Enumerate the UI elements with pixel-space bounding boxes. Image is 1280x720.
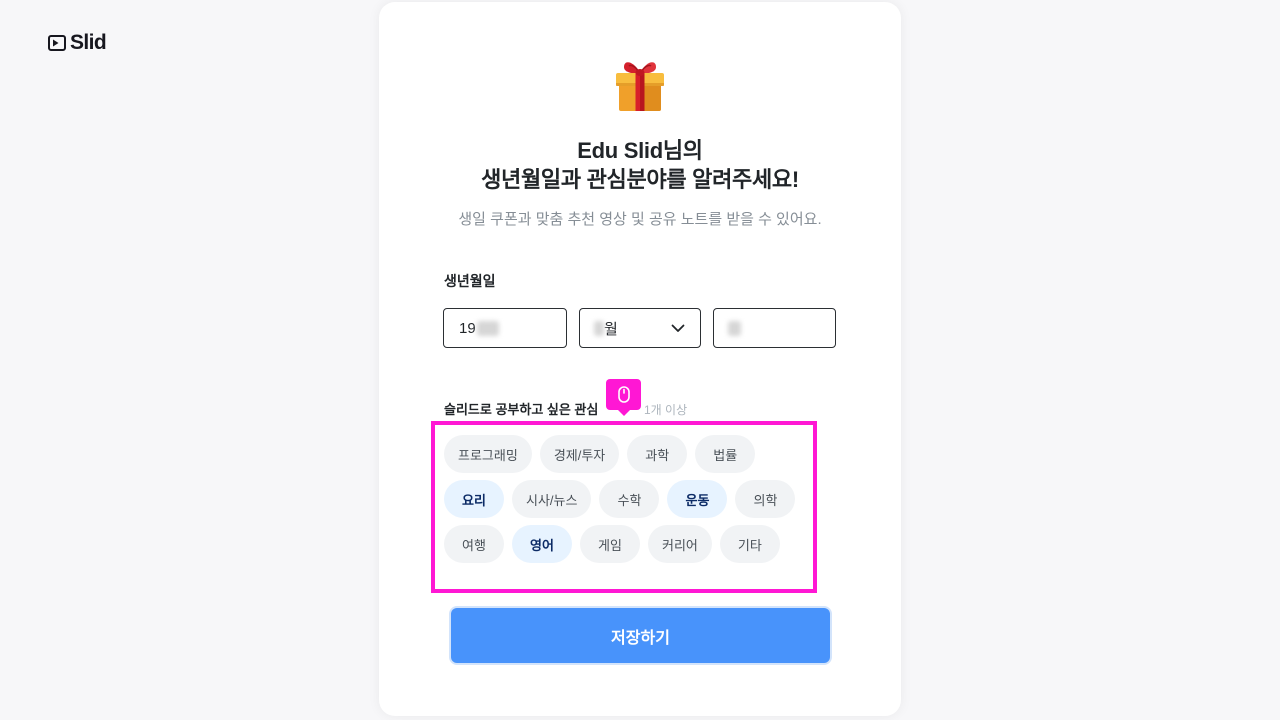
title-line-2: 생년월일과 관심분야를 알려주세요! xyxy=(481,167,799,192)
interest-chip-math[interactable]: 수학 xyxy=(599,480,660,518)
page-title: Edu Slid님의 생년월일과 관심분야를 알려주세요! xyxy=(379,136,901,194)
interest-chip-row: 여행 영어 게임 커리어 기타 xyxy=(444,525,780,563)
interests-label: 슬리드로 공부하고 싶은 관심 xyxy=(444,402,599,417)
interest-chip-exercise[interactable]: 운동 xyxy=(667,480,728,518)
interest-chip-medicine[interactable]: 의학 xyxy=(735,480,796,518)
interest-chip-other[interactable]: 기타 xyxy=(719,525,780,563)
interest-chip-economy-investing[interactable]: 경제/투자 xyxy=(539,435,620,473)
birth-year-input[interactable]: 19 xyxy=(443,308,567,348)
interest-chip-current-affairs-news[interactable]: 시사/뉴스 xyxy=(512,480,592,518)
slid-logo[interactable]: Slid xyxy=(48,31,107,55)
interest-chip-career[interactable]: 커리어 xyxy=(648,525,712,563)
interest-chip-row: 요리 시사/뉴스 수학 운동 의학 xyxy=(444,480,796,518)
redacted-value xyxy=(594,320,604,336)
title-line-1: Edu Slid님의 xyxy=(577,138,703,163)
interest-chip-travel[interactable]: 여행 xyxy=(444,525,504,563)
cursor-badge xyxy=(606,379,641,416)
logo-text: Slid xyxy=(70,31,107,54)
birth-month-value: 월 xyxy=(604,320,618,338)
onboarding-card: Edu Slid님의 생년월일과 관심분야를 알려주세요! 생일 쿠폰과 맞춤 … xyxy=(379,2,901,716)
gift-icon xyxy=(616,62,664,111)
interest-chip-programming[interactable]: 프로그래밍 xyxy=(444,435,532,473)
interest-chip-games[interactable]: 게임 xyxy=(580,525,640,563)
birth-day-input[interactable] xyxy=(713,308,836,348)
redacted-value xyxy=(728,320,741,336)
interests-hint: 1개 이상 xyxy=(644,403,688,417)
interest-chip-english[interactable]: 영어 xyxy=(512,525,572,563)
chevron-down-icon xyxy=(671,324,685,332)
birth-month-select[interactable]: 월 xyxy=(579,308,701,348)
birth-year-value: 19 xyxy=(459,319,476,337)
interest-chip-science[interactable]: 과학 xyxy=(627,435,688,473)
interest-chip-cooking[interactable]: 요리 xyxy=(444,480,504,518)
redacted-value xyxy=(476,320,499,336)
mouse-icon xyxy=(617,386,630,403)
save-button[interactable]: 저장하기 xyxy=(451,608,830,663)
interest-chip-law[interactable]: 법률 xyxy=(695,435,756,473)
slid-play-logo-icon xyxy=(48,35,66,51)
page-subtitle: 생일 쿠폰과 맞춤 추천 영상 및 공유 노트를 받을 수 있어요. xyxy=(458,211,822,228)
interest-chip-row: 프로그래밍 경제/투자 과학 법률 xyxy=(444,435,756,473)
birthdate-label: 생년월일 xyxy=(444,273,496,289)
